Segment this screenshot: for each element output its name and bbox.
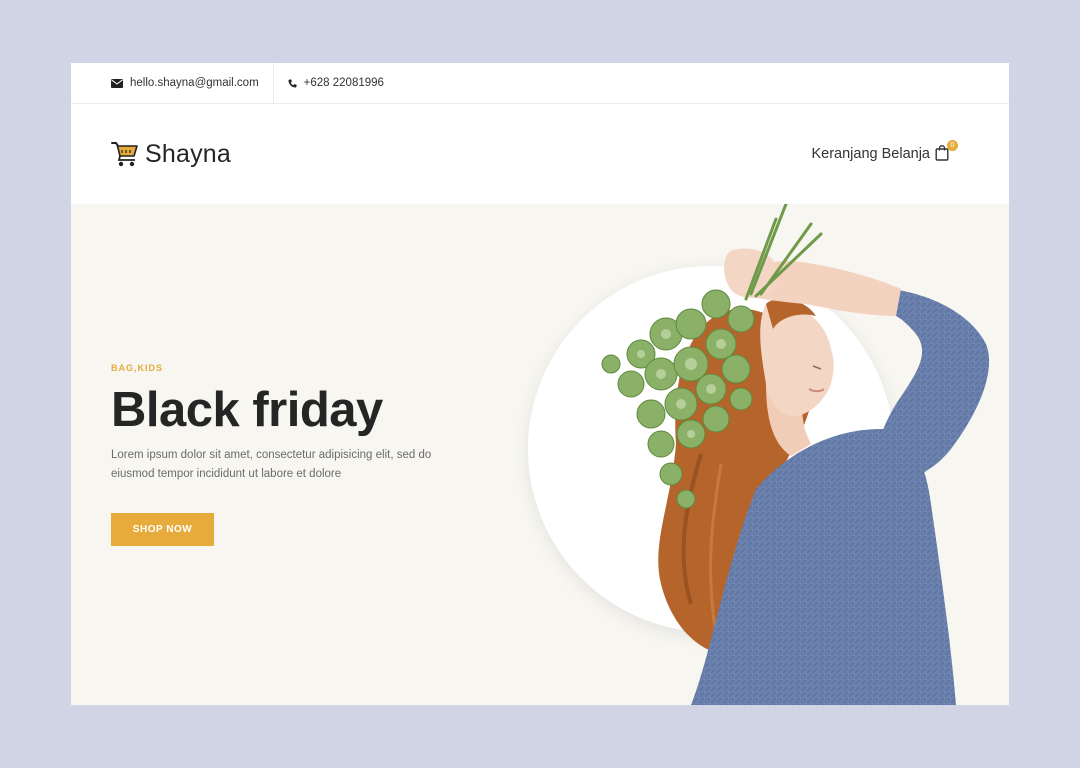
- shop-now-button[interactable]: SHOP NOW: [111, 513, 214, 546]
- site-header: Shayna Keranjang Belanja 0: [71, 104, 1009, 204]
- woman-holding-flowers-image: [528, 204, 990, 705]
- shopping-bag-icon: 0: [935, 140, 958, 163]
- email-text: hello.shayna@gmail.com: [130, 77, 259, 89]
- hero-category-tag: BAG,KIDS: [111, 363, 164, 373]
- hero-title: Black friday: [111, 383, 383, 437]
- logo[interactable]: Shayna: [111, 140, 231, 169]
- phone-text: +628 22081996: [303, 77, 384, 89]
- cart-count-badge: 0: [947, 140, 958, 151]
- contact-email[interactable]: hello.shayna@gmail.com: [71, 63, 274, 103]
- top-bar: hello.shayna@gmail.com +628 22081996: [71, 63, 1009, 104]
- shopping-cart-icon: [111, 142, 138, 167]
- phone-icon: [288, 78, 297, 88]
- page: hello.shayna@gmail.com +628 22081996 Sha…: [71, 63, 1009, 705]
- contact-phone[interactable]: +628 22081996: [274, 63, 384, 103]
- hero-banner: BAG,KIDS Black friday Lorem ipsum dolor …: [71, 204, 1009, 705]
- shopping-cart-link[interactable]: Keranjang Belanja 0: [811, 140, 958, 163]
- hero-description: Lorem ipsum dolor sit amet, consectetur …: [111, 449, 432, 480]
- cart-label: Keranjang Belanja: [811, 146, 930, 162]
- brand-name: Shayna: [145, 139, 231, 168]
- envelope-icon: [111, 78, 123, 88]
